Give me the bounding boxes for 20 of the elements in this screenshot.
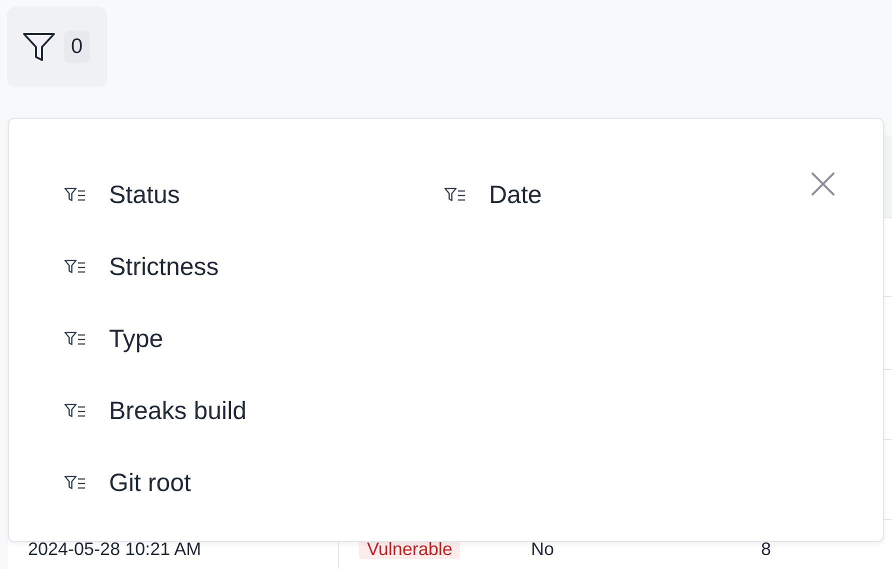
table-cell: 8 [761,539,772,559]
filter-option[interactable]: Git root [64,447,191,519]
table-cell: No [531,539,554,559]
filter-option[interactable]: Type [64,303,164,375]
filter-list-icon [444,187,466,203]
filter-count: 0 [64,31,90,63]
filter-option[interactable]: Date [444,159,542,231]
filter-option[interactable]: Strictness [64,231,219,303]
close-icon [810,171,836,197]
filter-option[interactable]: Status [64,159,180,231]
filter-list-icon [64,403,86,419]
close-button[interactable] [810,171,836,197]
filter-list-icon [64,331,86,347]
table-cell: 2024-05-28 10:21 AM [28,539,202,559]
filter-list-icon [64,259,86,275]
filter-option[interactable]: Breaks build [64,375,247,447]
filter-list-icon [64,187,86,203]
filter-button[interactable]: 0 [7,7,107,87]
filter-list-icon [64,475,86,491]
filter-icon [22,31,56,63]
